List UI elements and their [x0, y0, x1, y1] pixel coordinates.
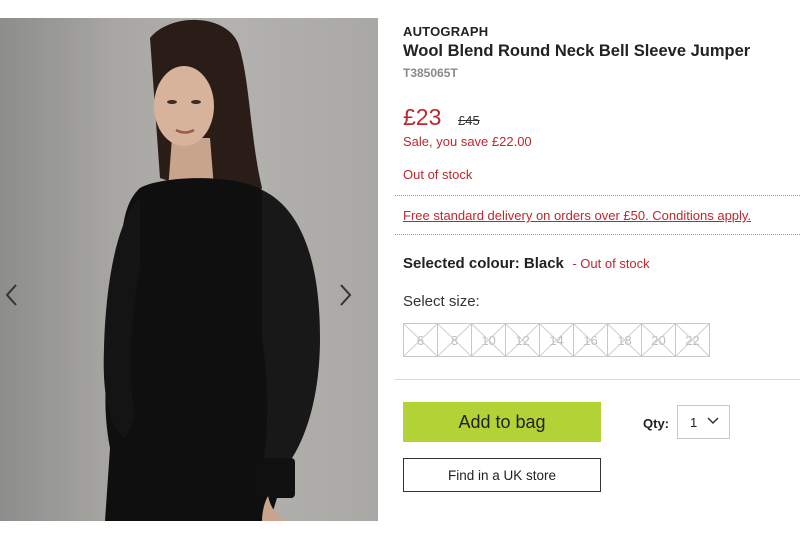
quantity-label: Qty: — [643, 416, 669, 431]
size-option-12[interactable]: 12 — [505, 323, 540, 357]
unavailable-cross-icon — [676, 324, 709, 356]
sale-savings-text: Sale, you save £22.00 — [403, 134, 532, 149]
stock-status: Out of stock — [403, 167, 473, 182]
add-to-bag-button[interactable]: Add to bag — [403, 402, 601, 442]
quantity-select[interactable]: 1 — [677, 405, 730, 439]
gallery-prev-button[interactable] — [4, 283, 28, 317]
selected-colour-label: Selected colour: Black — [403, 255, 564, 272]
unavailable-cross-icon — [540, 324, 573, 356]
unavailable-cross-icon — [608, 324, 641, 356]
size-option-20[interactable]: 20 — [641, 323, 676, 357]
find-in-store-button[interactable]: Find in a UK store — [403, 458, 601, 492]
divider — [395, 195, 800, 196]
chevron-left-icon — [5, 284, 17, 306]
selected-colour-row: Selected colour: Black - Out of stock — [403, 255, 650, 273]
chevron-right-icon — [340, 284, 352, 306]
size-option-14[interactable]: 14 — [539, 323, 574, 357]
product-sku: T385065T — [403, 66, 458, 80]
unavailable-cross-icon — [642, 324, 675, 356]
gallery-next-button[interactable] — [339, 283, 363, 317]
size-option-18[interactable]: 18 — [607, 323, 642, 357]
brand-name: AUTOGRAPH — [403, 24, 489, 39]
size-option-10[interactable]: 10 — [471, 323, 506, 357]
product-image-gallery — [0, 18, 378, 521]
size-selector: 6810121416182022 — [403, 323, 710, 357]
unavailable-cross-icon — [574, 324, 607, 356]
original-price: £45 — [458, 113, 480, 128]
select-size-label: Select size: — [403, 293, 480, 310]
product-title: Wool Blend Round Neck Bell Sleeve Jumper — [403, 42, 751, 60]
size-option-16[interactable]: 16 — [573, 323, 608, 357]
size-option-8[interactable]: 8 — [437, 323, 472, 357]
product-details: AUTOGRAPH Wool Blend Round Neck Bell Sle… — [395, 0, 800, 533]
divider — [395, 234, 800, 235]
unavailable-cross-icon — [404, 324, 437, 356]
quantity-value: 1 — [690, 414, 698, 430]
size-option-22[interactable]: 22 — [675, 323, 710, 357]
unavailable-cross-icon — [472, 324, 505, 356]
chevron-down-icon — [707, 417, 719, 425]
size-option-6[interactable]: 6 — [403, 323, 438, 357]
delivery-conditions-link[interactable]: Free standard delivery on orders over £5… — [403, 208, 751, 223]
colour-stock-status: - Out of stock — [572, 256, 650, 271]
unavailable-cross-icon — [438, 324, 471, 356]
current-price: £23 — [403, 104, 442, 130]
unavailable-cross-icon — [506, 324, 539, 356]
product-photo — [103, 19, 320, 521]
divider — [395, 379, 800, 380]
